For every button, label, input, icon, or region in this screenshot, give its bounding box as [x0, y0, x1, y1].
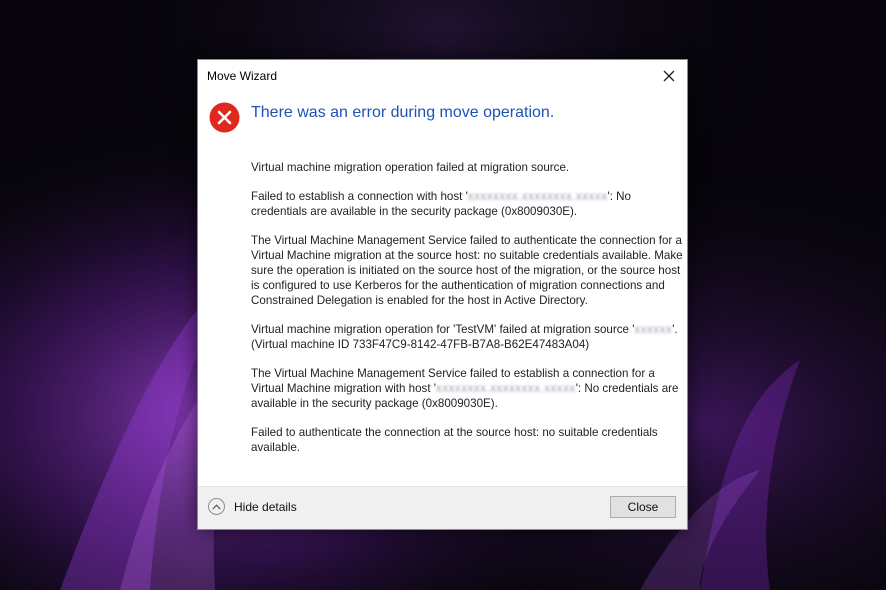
- detail-paragraph: Failed to establish a connection with ho…: [251, 190, 631, 218]
- error-heading: There was an error during move operation…: [251, 104, 555, 121]
- title-bar[interactable]: Move Wizard: [198, 60, 687, 92]
- redacted-hostname: xxxxxxxx.xxxxxxxx.xxxxx: [436, 382, 576, 395]
- hide-details-label: Hide details: [234, 499, 297, 514]
- detail-paragraph: Failed to authenticate the connection at…: [251, 426, 658, 454]
- detail-paragraph: The Virtual Machine Management Service f…: [251, 367, 679, 410]
- redacted-source: xxxxxx: [634, 323, 673, 336]
- detail-paragraph: Virtual machine migration operation fail…: [251, 161, 570, 174]
- error-details: Virtual machine migration operation fail…: [251, 160, 683, 469]
- move-wizard-dialog: Move Wizard There was an error during mo…: [197, 59, 688, 530]
- redacted-hostname: xxxxxxxx.xxxxxxxx.xxxxx: [467, 190, 608, 203]
- dialog-footer: Hide details Close: [198, 486, 687, 529]
- detail-paragraph: The Virtual Machine Management Service f…: [251, 234, 683, 307]
- error-icon: [209, 102, 240, 133]
- window-title: Move Wizard: [207, 69, 278, 83]
- close-button[interactable]: Close: [610, 496, 676, 518]
- hide-details-toggle[interactable]: Hide details: [208, 498, 297, 515]
- chevron-up-icon[interactable]: [208, 498, 225, 515]
- close-icon[interactable]: [655, 62, 683, 90]
- detail-paragraph: Virtual machine migration operation for …: [251, 323, 678, 351]
